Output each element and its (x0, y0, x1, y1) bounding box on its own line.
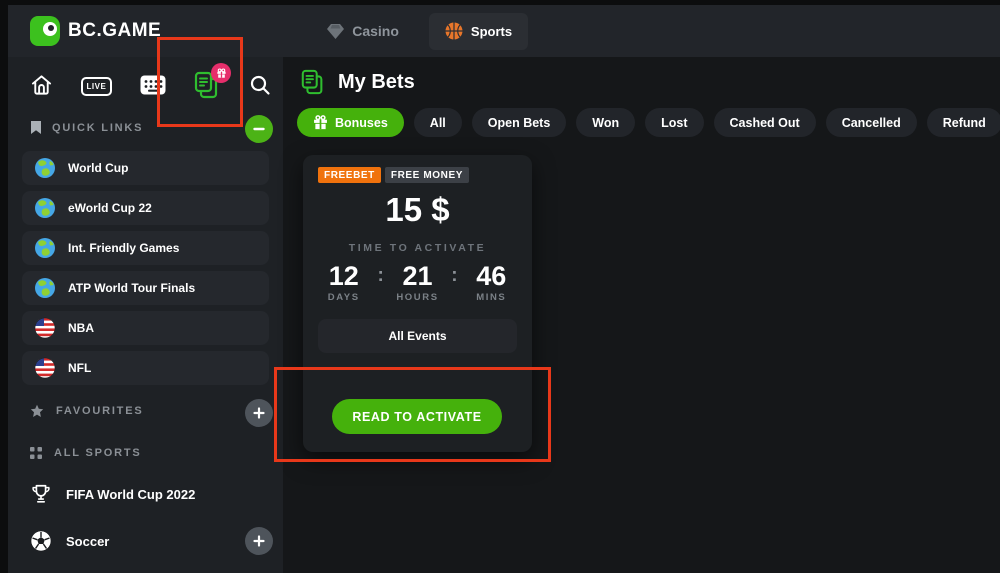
quick-link-atp-world-tour-finals[interactable]: ATP World Tour Finals (22, 271, 269, 305)
live-sports-icon[interactable]: LIVE (81, 76, 113, 94)
basketball-icon (445, 22, 463, 40)
filter-label: Refund (943, 116, 986, 130)
page-header: My Bets (300, 69, 415, 95)
bcgame-logo[interactable]: BC.GAME (30, 16, 161, 46)
filter-label: Won (592, 116, 619, 130)
filter-cashed-out[interactable]: Cashed Out (714, 108, 816, 137)
sidebar-item-label: Soccer (66, 534, 109, 549)
freebet-tag: FREEBET (318, 167, 381, 183)
grid-icon (30, 447, 42, 459)
quick-link-label: NBA (68, 321, 94, 335)
bonus-badge-icon (211, 63, 231, 83)
quick-links-label: QUICK LINKS (52, 122, 143, 134)
countdown-separator: : (443, 262, 465, 290)
countdown-mins-label: MINS (466, 292, 517, 303)
sidebar-nav-icons: LIVE (30, 71, 271, 99)
globe-icon (34, 157, 56, 179)
bet-filter-tabs: Bonuses All Open Bets Won Lost Cashed Ou… (297, 108, 1000, 137)
globe-icon (34, 237, 56, 259)
quick-links-header: QUICK LINKS (30, 120, 143, 135)
sidebar: LIVE QUICK LINKS (8, 57, 283, 573)
home-icon[interactable] (30, 74, 53, 96)
star-icon (30, 404, 44, 418)
time-to-activate-label: TIME TO ACTIVATE (318, 242, 517, 254)
filter-label: All (430, 116, 446, 130)
free-money-tag: FREE MONEY (385, 167, 469, 183)
quick-links-list: World Cup eWorld Cup 22 Int. Friendly Ga… (22, 151, 269, 391)
gift-icon (313, 115, 328, 130)
tab-sports[interactable]: Sports (429, 13, 528, 50)
quick-links-collapse-button[interactable] (245, 115, 273, 143)
filter-cancelled[interactable]: Cancelled (826, 108, 917, 137)
us-flag-icon (34, 317, 56, 339)
us-flag-icon (34, 357, 56, 379)
quick-link-label: eWorld Cup 22 (68, 201, 152, 215)
tab-casino-label: Casino (352, 23, 399, 39)
countdown-separator: : (369, 262, 391, 290)
sidebar-item-label: FIFA World Cup 2022 (66, 487, 195, 502)
countdown-days: 12 DAYS (318, 262, 369, 303)
page-title: My Bets (338, 71, 415, 94)
bcgame-logo-text: BC.GAME (68, 20, 161, 42)
freebet-bonus-card: FREEBET FREE MONEY 15 $ TIME TO ACTIVATE… (303, 155, 532, 452)
sidebar-item-fifa-world-cup-2022[interactable]: FIFA World Cup 2022 (30, 483, 195, 505)
countdown-hours-label: HOURS (392, 292, 443, 303)
countdown-mins: 46 MINS (466, 262, 517, 303)
filter-label: Lost (661, 116, 687, 130)
quick-link-nba[interactable]: NBA (22, 311, 269, 345)
all-sports-label: ALL SPORTS (54, 447, 141, 459)
filter-label: Open Bets (488, 116, 551, 130)
bcgame-logo-icon (30, 16, 60, 46)
quick-link-label: ATP World Tour Finals (68, 281, 195, 295)
globe-icon (34, 197, 56, 219)
countdown-mins-value: 46 (466, 262, 517, 290)
filter-open-bets[interactable]: Open Bets (472, 108, 567, 137)
countdown-timer: 12 DAYS : 21 HOURS : 46 MINS (318, 262, 517, 303)
virtual-sports-icon[interactable] (140, 75, 166, 95)
filter-all[interactable]: All (414, 108, 462, 137)
add-favourite-button[interactable] (245, 399, 273, 427)
countdown-days-label: DAYS (318, 292, 369, 303)
filter-won[interactable]: Won (576, 108, 635, 137)
globe-icon (34, 277, 56, 299)
bonus-amount: 15 $ (318, 191, 517, 229)
countdown-days-value: 12 (318, 262, 369, 290)
trophy-icon (30, 483, 52, 505)
soccer-ball-icon (30, 530, 52, 552)
quick-link-world-cup[interactable]: World Cup (22, 151, 269, 185)
tab-sports-label: Sports (471, 24, 512, 39)
quick-link-eworld-cup-22[interactable]: eWorld Cup 22 (22, 191, 269, 225)
filter-lost[interactable]: Lost (645, 108, 703, 137)
filter-bonuses[interactable]: Bonuses (297, 108, 404, 137)
quick-link-int-friendly-games[interactable]: Int. Friendly Games (22, 231, 269, 265)
sidebar-item-soccer[interactable]: Soccer (30, 530, 109, 552)
diamond-icon (327, 24, 344, 39)
countdown-hours-value: 21 (392, 262, 443, 290)
main-content: My Bets Bonuses All Open Bets Won Lost C… (283, 57, 1000, 573)
quick-link-label: Int. Friendly Games (68, 241, 179, 255)
top-bar: BC.GAME Casino Sports (8, 5, 1000, 57)
app-window: BC.GAME Casino Sports LIVE (0, 0, 1000, 573)
favourites-header: FAVOURITES (30, 404, 143, 418)
filter-label: Bonuses (335, 116, 388, 130)
all-events-button[interactable]: All Events (318, 319, 517, 353)
countdown-hours: 21 HOURS (392, 262, 443, 303)
search-icon[interactable] (249, 74, 271, 96)
read-to-activate-button[interactable]: READ TO ACTIVATE (332, 399, 502, 434)
my-bets-icon[interactable] (193, 71, 221, 99)
all-sports-header[interactable]: ALL SPORTS (30, 447, 141, 459)
tab-casino[interactable]: Casino (311, 13, 415, 50)
expand-soccer-button[interactable] (245, 527, 273, 555)
live-icon-label: LIVE (81, 77, 113, 96)
filter-refund[interactable]: Refund (927, 108, 1000, 137)
quick-link-label: World Cup (68, 161, 128, 175)
filter-label: Cancelled (842, 116, 901, 130)
bookmark-icon (30, 120, 42, 135)
my-bets-page-icon (300, 69, 326, 95)
quick-link-label: NFL (68, 361, 91, 375)
bonus-tags: FREEBET FREE MONEY (318, 167, 517, 183)
favourites-label: FAVOURITES (56, 405, 143, 417)
filter-label: Cashed Out (730, 116, 800, 130)
quick-link-nfl[interactable]: NFL (22, 351, 269, 385)
